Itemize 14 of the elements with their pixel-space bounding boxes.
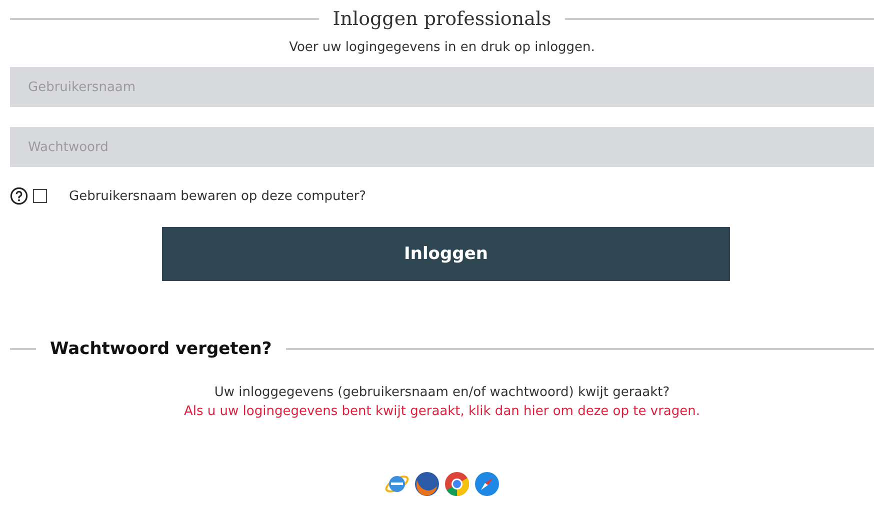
request-link[interactable]: Als u uw logingegevens bent kwijt geraakt, klik dan hier om deze op te vragen.	[184, 404, 700, 419]
forgot-heading: Wachtwoord vergeten?	[50, 339, 272, 359]
instruction-text: Voer uw logingegevens in en druk op inloggen.	[288, 40, 596, 55]
fox-globe-icon[interactable]	[414, 471, 440, 497]
login-title: Inloggen professionals	[332, 8, 552, 30]
forgot-question: Uw inloggegevens (gebruikersnaam en/of wachtwoord) kwijt geraakt?	[213, 385, 671, 400]
username-field[interactable]: Gebruikersnaam	[10, 67, 874, 107]
remember-checkbox[interactable]	[33, 189, 47, 203]
chrome-icon[interactable]	[444, 471, 470, 497]
password-field[interactable]: Wachtwoord	[10, 127, 874, 167]
compass-icon[interactable]	[474, 471, 500, 497]
login-button[interactable]: Inloggen	[162, 227, 730, 281]
help-icon[interactable]	[10, 187, 28, 205]
remember-label: Gebruikersnaam bewaren op deze computer?	[69, 188, 366, 204]
